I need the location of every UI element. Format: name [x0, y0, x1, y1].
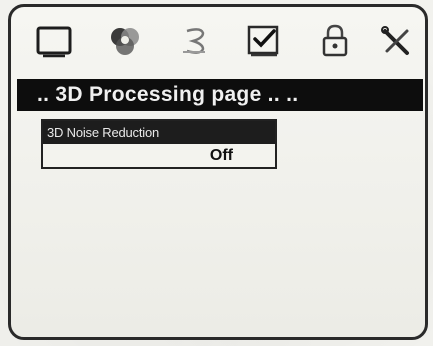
lock-icon[interactable] — [313, 19, 357, 63]
page-title: .. 3D Processing page .. .. — [17, 79, 423, 111]
colors-icon[interactable] — [103, 19, 147, 63]
screen-icon[interactable] — [33, 19, 77, 63]
osd-screen: .. 3D Processing page .. .. 3D Noise Red… — [8, 4, 428, 340]
tools-icon[interactable] — [375, 19, 419, 63]
noise-reduction-setting[interactable]: 3D Noise Reduction Off — [41, 119, 277, 169]
sound-icon[interactable] — [173, 19, 217, 63]
setting-value[interactable]: Off — [43, 145, 275, 167]
setting-label: 3D Noise Reduction — [43, 121, 275, 144]
menu-toolbar — [11, 7, 425, 73]
setup-icon[interactable] — [241, 19, 285, 63]
